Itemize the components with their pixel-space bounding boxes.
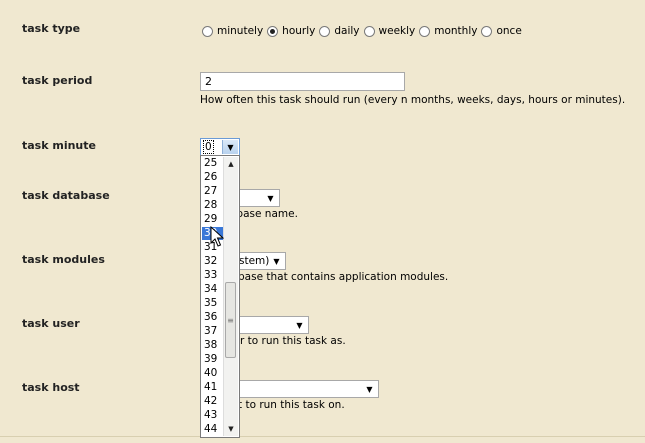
radio-label: once [496, 25, 522, 37]
dropdown-option[interactable]: 33 [202, 269, 225, 282]
radio-button[interactable] [363, 25, 375, 37]
dropdown-option[interactable]: 26 [202, 171, 225, 184]
task-user-help: r to run this task as. [240, 335, 346, 347]
task-type-radio-group: minutely hourly daily weekly monthly onc… [202, 25, 526, 37]
scroll-thumb[interactable]: ≡ [225, 282, 236, 358]
radio-label: daily [334, 25, 360, 37]
task-database-label: task database [22, 189, 110, 202]
radio-button[interactable] [481, 25, 493, 37]
dropdown-scrollbar[interactable]: ▲ ≡ ▼ [223, 157, 238, 436]
radio-label: minutely [217, 25, 264, 37]
chevron-down-icon: ▼ [296, 320, 303, 330]
dropdown-option[interactable]: 28 [202, 199, 225, 212]
radio-minutely[interactable]: minutely [202, 25, 263, 37]
radio-label: hourly [282, 25, 316, 37]
task-period-help: How often this task should run (every n … [200, 94, 626, 106]
dropdown-option[interactable]: 43 [202, 409, 225, 422]
dropdown-option[interactable]: 39 [202, 353, 225, 366]
task-host-help: t to run this task on. [238, 399, 345, 411]
chevron-down-icon: ▼ [267, 193, 274, 203]
task-host-label: task host [22, 381, 80, 394]
task-modules-label: task modules [22, 253, 105, 266]
dropdown-option[interactable]: 25 [202, 157, 225, 170]
radio-monthly[interactable]: monthly [419, 25, 477, 37]
radio-once[interactable]: once [481, 25, 522, 37]
dropdown-option[interactable]: 41 [202, 381, 225, 394]
task-user-label: task user [22, 317, 80, 330]
task-type-label: task type [22, 22, 81, 35]
task-minute-select[interactable]: 0 ▼ [200, 138, 240, 156]
dropdown-option[interactable]: 44 [202, 423, 225, 436]
radio-button[interactable] [267, 25, 279, 37]
radio-button[interactable] [319, 25, 331, 37]
dropdown-option[interactable]: 38 [202, 339, 225, 352]
grip-icon: ≡ [227, 315, 234, 325]
scroll-up-icon[interactable]: ▲ [224, 157, 238, 171]
dropdown-option[interactable]: 32 [202, 255, 225, 268]
task-modules-value: stem) [239, 255, 270, 267]
dropdown-option[interactable]: 40 [202, 367, 225, 380]
task-host-select[interactable]: ▼ [220, 380, 379, 398]
dropdown-option[interactable]: 42 [202, 395, 225, 408]
radio-label: weekly [378, 25, 416, 37]
dropdown-option[interactable]: 27 [202, 185, 225, 198]
dropdown-option[interactable]: 34 [202, 283, 225, 296]
radio-button[interactable] [419, 25, 431, 37]
scroll-down-icon[interactable]: ▼ [224, 422, 238, 436]
dropdown-option[interactable]: 36 [202, 311, 225, 324]
task-period-label: task period [22, 74, 93, 87]
dropdown-option[interactable]: 35 [202, 297, 225, 310]
dropdown-option[interactable]: 29 [202, 213, 225, 226]
chevron-down-icon: ▼ [366, 384, 373, 394]
radio-hourly[interactable]: hourly [267, 25, 315, 37]
dropdown-option[interactable]: 37 [202, 325, 225, 338]
mouse-pointer-icon [210, 226, 224, 247]
radio-label: monthly [434, 25, 478, 37]
chevron-down-icon: ▼ [273, 256, 280, 266]
task-database-help: abase name. [230, 208, 298, 220]
chevron-down-icon[interactable]: ▼ [222, 140, 238, 154]
task-minute-dropdown-list: 2526272829303132333435363738394041424344… [200, 155, 240, 438]
task-minute-value: 0 [203, 140, 214, 154]
task-modules-help: base that contains application modules. [238, 271, 449, 283]
task-minute-label: task minute [22, 139, 96, 152]
radio-daily[interactable]: daily [319, 25, 360, 37]
task-period-input[interactable]: 2 [200, 72, 405, 91]
radio-weekly[interactable]: weekly [363, 25, 416, 37]
divider [0, 436, 645, 437]
radio-button[interactable] [202, 25, 213, 37]
